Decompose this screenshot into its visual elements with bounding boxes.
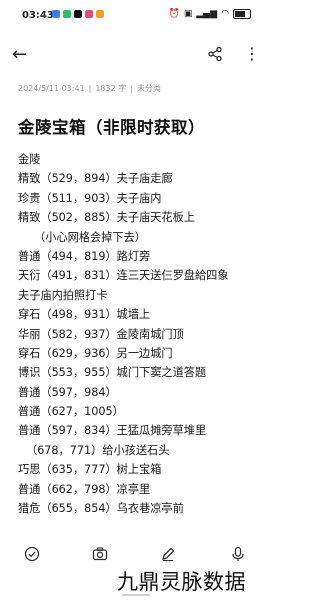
note-line: 普通（627，1005） (18, 405, 124, 419)
meta-divider: | (130, 84, 133, 93)
battery-icon (233, 9, 251, 19)
alarm-icon: ⏰ (168, 9, 180, 19)
wifi-icon: ◠ (221, 9, 229, 19)
note-line: 天衍（491，831）连三天送仨罗盘給四象 (18, 269, 229, 283)
status-bar: 03:43 ⏰ ▣ ▂▄▆ ◠ (0, 0, 271, 32)
note-line: （小心网格会掉下去） (34, 230, 146, 244)
more-options-icon[interactable]: ⋮ (244, 44, 260, 63)
top-toolbar: ← ⋮ (0, 42, 271, 72)
word-count: 1832 字 (95, 84, 127, 93)
checklist-icon[interactable] (24, 546, 44, 566)
note-line: 普通（597，834）王猛瓜摊旁草堆里 (18, 424, 207, 438)
note-line: 巧思（635，777）树上宝箱 (18, 463, 162, 477)
note-line: 猎危（655，854）乌衣巷凉亭前 (18, 502, 184, 516)
note-line: 普通（597，984） (18, 385, 117, 399)
watermark-text: 九鼎灵脉数据 (117, 570, 246, 594)
status-time: 03:43 (22, 10, 54, 21)
note-line: 穿石（629，936）另一边城门 (18, 346, 173, 360)
app-notification-icon (52, 10, 60, 18)
pen-icon[interactable] (160, 546, 180, 566)
note-body[interactable]: 金陵 精致（529，894）夫子庙走廊 珍贵（511，903）夫子庙内 精致（5… (18, 150, 263, 518)
back-arrow-icon[interactable]: ← (12, 44, 27, 65)
note-meta: 2024/5/11 03:41 | 1832 字 | 未分类 (18, 83, 161, 94)
nfc-icon: ▣ (183, 9, 193, 19)
note-line: 精致（529，894）夫子庙走廊 (18, 172, 173, 186)
note-line: 珍贵（511，903）夫子庙内 (18, 191, 162, 205)
note-line: 精致（502，885）夫子庙天花板上 (18, 211, 195, 225)
camera-icon[interactable] (92, 546, 112, 566)
note-line: 华丽（582，937）金陵南城门顶 (18, 327, 184, 341)
app-notification-icon (74, 10, 82, 18)
note-line: 金陵 (18, 153, 41, 166)
notification-icons (52, 10, 104, 18)
note-line: 普通（494，819）路灯旁 (18, 249, 151, 263)
gesture-nav-bar[interactable] (122, 594, 150, 596)
note-line: 普通（662，798）凉亭里 (18, 482, 151, 496)
app-notification-icon (63, 10, 71, 18)
signal-icon: ▂▄▆ (196, 9, 218, 19)
note-title[interactable]: 金陵宝箱（非限时获取） (18, 114, 205, 138)
app-notification-icon (96, 10, 104, 18)
note-date: 2024/5/11 03:41 (18, 84, 85, 93)
meta-divider: | (88, 84, 92, 93)
note-category[interactable]: 未分类 (137, 84, 161, 93)
app-notification-icon (85, 10, 93, 18)
note-line: 穿石（498，931）城墙上 (18, 308, 151, 322)
note-line: 夫子庙内拍照打卡 (18, 288, 108, 302)
share-icon[interactable] (208, 46, 222, 65)
microphone-icon[interactable] (230, 546, 250, 566)
note-line: 博识（553，955）城门下窦之道答题 (18, 366, 207, 380)
note-line: （678，771）给小孩送石头 (26, 443, 170, 457)
